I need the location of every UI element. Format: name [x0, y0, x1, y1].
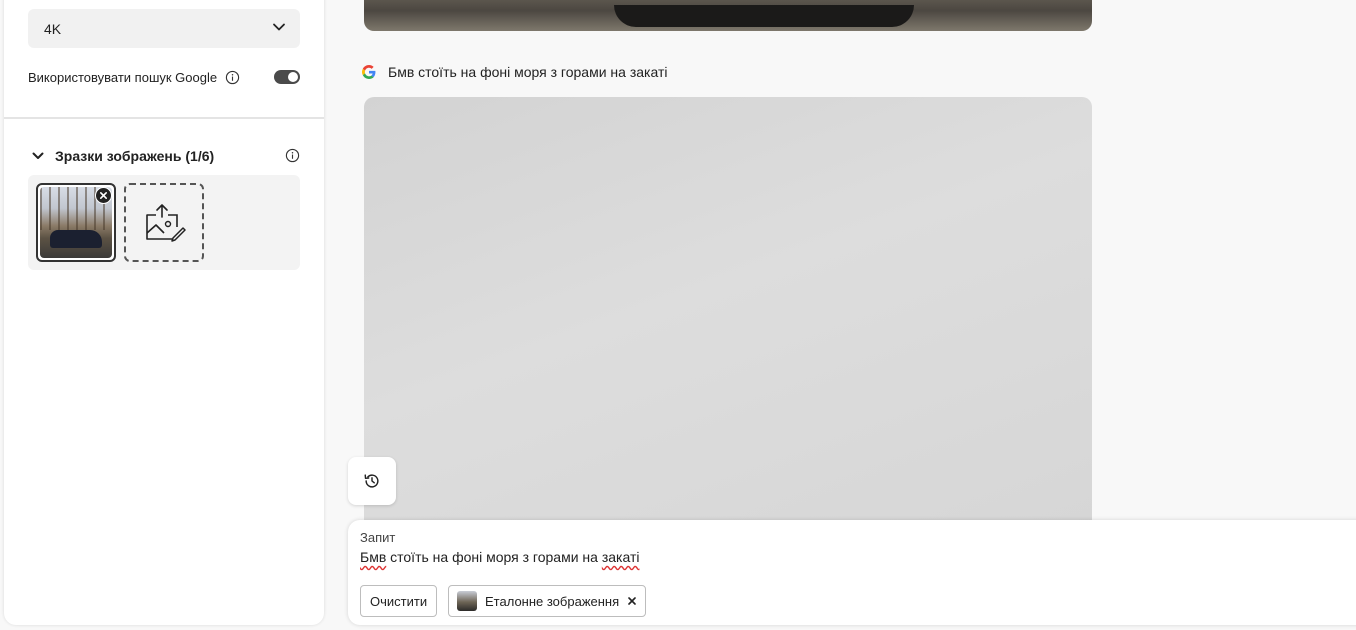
resolution-select[interactable]: 4K: [28, 9, 300, 48]
generation-prompt-line: Бмв стоїть на фоні моря з горами на зака…: [362, 62, 667, 82]
image-samples-box: [28, 175, 300, 270]
reference-image-label: Еталонне зображення: [485, 593, 620, 609]
prompt-panel: Запит Бмв стоїть на фоні моря з горами н…: [348, 520, 1356, 625]
image-samples-header[interactable]: Зразки зображень (1/6): [28, 146, 300, 166]
generation-prompt-text: Бмв стоїть на фоні моря з горами на зака…: [388, 64, 668, 80]
sample-image-thumbnail[interactable]: [36, 183, 116, 262]
google-search-label: Використовувати пошук Google: [28, 69, 218, 85]
chevron-down-icon: [272, 20, 286, 37]
reference-image-thumbnail: [457, 591, 477, 611]
image-samples-title: Зразки зображень (1/6): [55, 148, 215, 164]
prompt-input[interactable]: Бмв стоїть на фоні моря з горами на зака…: [360, 549, 639, 565]
info-icon[interactable]: [285, 148, 300, 163]
prompt-label: Запит: [360, 530, 396, 545]
clear-button[interactable]: Очистити: [360, 585, 438, 617]
google-search-row: Використовувати пошук Google: [28, 67, 300, 87]
upload-sample-button[interactable]: [124, 183, 204, 262]
remove-sample-button[interactable]: [95, 187, 112, 204]
generating-image-placeholder: [364, 97, 1092, 537]
close-icon[interactable]: [627, 596, 637, 606]
google-search-toggle[interactable]: [274, 70, 300, 84]
image-upload-icon: [146, 203, 186, 242]
reference-image-chip[interactable]: Еталонне зображення: [448, 585, 647, 617]
settings-panel: 4K Використовувати пошук Google Зразки з…: [4, 0, 324, 625]
prompt-input-text: стоїть на фоні моря з горами на: [386, 549, 602, 565]
divider: [4, 117, 324, 119]
spelling-error-word: закаті: [601, 549, 640, 565]
history-icon: [364, 474, 379, 488]
chevron-down-icon[interactable]: [31, 149, 45, 163]
close-icon: [99, 191, 108, 200]
google-icon: [362, 65, 376, 79]
generated-image-previous[interactable]: [364, 0, 1092, 31]
spelling-error-word: Бмв: [360, 549, 387, 565]
info-icon[interactable]: [225, 70, 240, 85]
resolution-value: 4K: [44, 20, 62, 37]
history-button[interactable]: [348, 457, 396, 505]
